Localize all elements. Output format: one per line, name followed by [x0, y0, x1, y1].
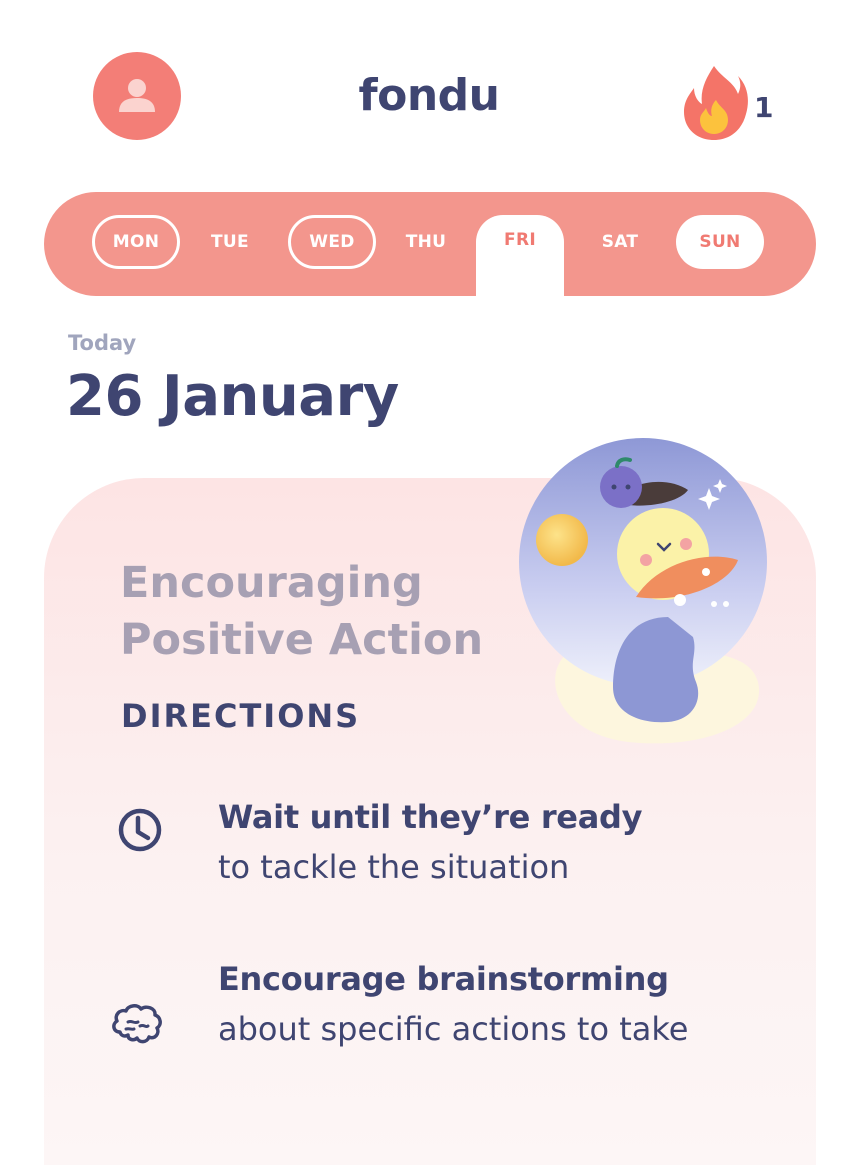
- direction-body: to tackle the situation: [218, 848, 570, 886]
- streak-count: 1: [754, 90, 774, 124]
- weekday-selector: MON TUE WED THU FRI SAT SUN: [44, 192, 816, 296]
- illustration-image: [519, 438, 767, 744]
- day-mon[interactable]: MON: [92, 215, 180, 269]
- today-label: Today: [68, 331, 137, 355]
- direction-text: Encourage brainstorming about specific a…: [218, 954, 698, 1054]
- direction-title: Encourage brainstorming: [218, 960, 669, 998]
- day-tue[interactable]: TUE: [186, 215, 274, 269]
- directions-heading: DIRECTIONS: [121, 697, 361, 735]
- day-thu[interactable]: THU: [382, 215, 470, 269]
- direction-title: Wait until they’re ready: [218, 798, 643, 836]
- day-sun[interactable]: SUN: [676, 215, 764, 269]
- card-title: Encouraging Positive Action: [120, 558, 484, 665]
- day-sat[interactable]: SAT: [576, 215, 664, 269]
- day-fri[interactable]: FRI: [476, 215, 564, 296]
- streak-counter[interactable]: 1: [680, 64, 773, 142]
- clock-icon: [118, 808, 162, 852]
- current-date: 26 January: [66, 364, 399, 429]
- brain-icon: [112, 1004, 162, 1044]
- day-wed[interactable]: WED: [288, 215, 376, 269]
- fire-icon: [684, 66, 748, 140]
- app-header: fondu 1: [0, 0, 858, 180]
- direction-body: about specific actions to take: [218, 1010, 689, 1048]
- direction-text: Wait until they’re ready to tackle the s…: [218, 792, 698, 892]
